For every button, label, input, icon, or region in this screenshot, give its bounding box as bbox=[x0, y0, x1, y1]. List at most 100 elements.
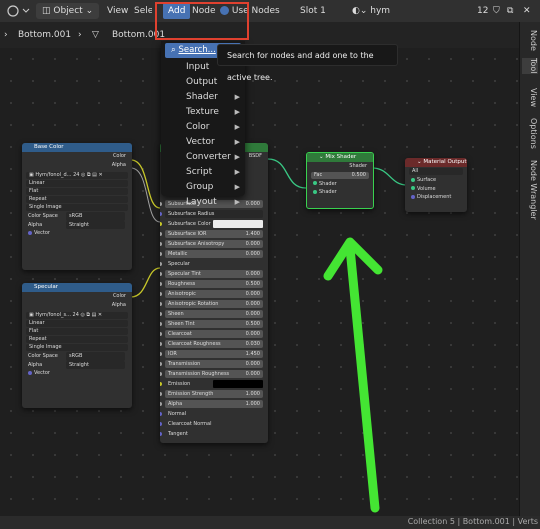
input-label: IOR bbox=[168, 350, 177, 357]
color-space-row[interactable]: Color Space sRGB bbox=[22, 212, 132, 221]
bsdf-input-row[interactable]: Clearcoat 0.000 bbox=[160, 329, 268, 339]
bsdf-input-row[interactable]: Subsurface Radius bbox=[160, 209, 268, 219]
link-mix-output bbox=[371, 167, 408, 186]
bsdf-input-row[interactable]: Subsurface Color bbox=[160, 219, 268, 229]
socket-icon bbox=[160, 241, 162, 246]
bsdf-input-row[interactable]: Transmission Roughness 0.000 bbox=[160, 369, 268, 379]
socket-icon bbox=[160, 391, 162, 396]
target-dropdown[interactable]: All bbox=[409, 168, 463, 175]
material-output-node[interactable]: ⌄ Material Output All Surface Volume Dis… bbox=[405, 158, 467, 212]
bsdf-input-row[interactable]: Specular Tint 0.000 bbox=[160, 269, 268, 279]
bsdf-input-row[interactable]: Sheen 0.000 bbox=[160, 309, 268, 319]
menu-item-label: Color bbox=[186, 122, 210, 132]
input-value: 0.000 bbox=[245, 270, 260, 277]
socket-icon bbox=[411, 194, 415, 199]
color-space-value: sRGB bbox=[66, 212, 125, 221]
bsdf-input-row[interactable]: Emission bbox=[160, 379, 268, 389]
bsdf-input-row[interactable]: Anisotropic Rotation 0.000 bbox=[160, 299, 268, 309]
fac-field[interactable]: Fac 0.500 bbox=[311, 171, 369, 179]
tab-node-wrangler[interactable]: Node Wrangler bbox=[522, 160, 538, 220]
image-users: 24 bbox=[72, 312, 79, 318]
bsdf-input-row[interactable]: Emission Strength 1.000 bbox=[160, 389, 268, 399]
source-dropdown[interactable]: Single Image bbox=[26, 204, 128, 211]
socket-icon bbox=[28, 230, 32, 235]
projection-dropdown[interactable]: Flat bbox=[26, 188, 128, 195]
menu-item-label: Group bbox=[186, 182, 214, 192]
image-selector[interactable]: ▣ Hym/fonol_s... 24 ◎ ⧉ ▤ ✕ bbox=[26, 312, 128, 319]
input-vector: Vector bbox=[22, 369, 132, 378]
socket-icon bbox=[313, 189, 317, 194]
alpha-mode-row[interactable]: Alpha Straight bbox=[22, 220, 132, 229]
link-alpha bbox=[130, 167, 161, 223]
add-menu-item-converter[interactable]: Converter ▶ bbox=[161, 150, 245, 165]
output-alpha: Alpha bbox=[111, 301, 126, 308]
input-label: Tangent bbox=[168, 430, 188, 437]
add-menu-item-script[interactable]: Script ▶ bbox=[161, 165, 245, 180]
input-label: Clearcoat Normal bbox=[168, 420, 212, 427]
input-value: 0.000 bbox=[245, 290, 260, 297]
add-menu-item-texture[interactable]: Texture ▶ bbox=[161, 105, 245, 120]
tab-options[interactable]: Options bbox=[522, 118, 538, 149]
sidebar-tabs: Node Tool View Options Node Wrangler bbox=[519, 22, 540, 516]
alpha-mode-row[interactable]: Alpha Straight bbox=[22, 360, 132, 369]
add-menu-item-vector[interactable]: Vector ▶ bbox=[161, 135, 245, 150]
tab-view[interactable]: View bbox=[522, 88, 538, 107]
shader-label: Shader bbox=[319, 189, 337, 195]
add-menu-item-group[interactable]: Group ▶ bbox=[161, 180, 245, 195]
link-bsdf-mix bbox=[267, 158, 307, 189]
bsdf-input-row[interactable]: Anisotropic 0.000 bbox=[160, 289, 268, 299]
input-value: 0.030 bbox=[245, 340, 260, 347]
search-label: Search... bbox=[178, 45, 216, 55]
input-displacement: Displacement bbox=[405, 193, 467, 202]
alpha-mode-value: Straight bbox=[66, 220, 125, 229]
bsdf-input-row[interactable]: Clearcoat Roughness 0.030 bbox=[160, 339, 268, 349]
output-alpha: Alpha bbox=[111, 161, 126, 168]
surface-label: Surface bbox=[417, 177, 437, 183]
input-label: Subsurface IOR bbox=[168, 230, 207, 237]
extension-dropdown[interactable]: Repeat bbox=[26, 336, 128, 343]
input-value: 0.000 bbox=[245, 370, 260, 377]
extension-dropdown[interactable]: Repeat bbox=[26, 196, 128, 203]
mix-shader-node[interactable]: ⌄ Mix Shader Shader Fac 0.500 Shader Shad… bbox=[306, 152, 374, 209]
bsdf-input-row[interactable]: Sheen Tint 0.500 bbox=[160, 319, 268, 329]
color-space-row[interactable]: Color Space sRGB bbox=[22, 352, 132, 361]
socket-icon bbox=[160, 381, 162, 386]
bsdf-input-row[interactable]: Alpha 1.000 bbox=[160, 399, 268, 409]
submenu-arrow-icon: ▶ bbox=[234, 183, 240, 191]
interpolation-dropdown[interactable]: Linear bbox=[26, 320, 128, 327]
projection-dropdown[interactable]: Flat bbox=[26, 328, 128, 335]
source-dropdown[interactable]: Single Image bbox=[26, 344, 128, 351]
input-surface: Surface bbox=[405, 176, 467, 185]
bsdf-input-row[interactable]: Subsurface Anisotropy 0.000 bbox=[160, 239, 268, 249]
image-selector[interactable]: ▣ Hym/fonol_d... 24 ◎ ⧉ ▤ ✕ bbox=[26, 172, 128, 179]
link-basecolor bbox=[130, 159, 161, 209]
input-value: 0.500 bbox=[245, 280, 260, 287]
socket-icon bbox=[160, 271, 162, 276]
socket-icon bbox=[160, 411, 162, 416]
socket-icon bbox=[160, 321, 162, 326]
input-label: Sheen bbox=[168, 310, 184, 317]
input-vector: Vector bbox=[22, 229, 132, 238]
bsdf-input-row[interactable]: Subsurface IOR 1.400 bbox=[160, 229, 268, 239]
interpolation-dropdown[interactable]: Linear bbox=[26, 180, 128, 187]
output-color: Color bbox=[112, 293, 126, 299]
base-color-texture-node[interactable]: Base Color Color Alpha ▣ Hym/fonol_d... … bbox=[22, 143, 132, 270]
bsdf-input-row[interactable]: Metallic 0.000 bbox=[160, 249, 268, 259]
input-label: Specular bbox=[168, 260, 190, 267]
color-swatch[interactable] bbox=[213, 219, 263, 228]
input-value: 0.000 bbox=[245, 300, 260, 307]
specular-texture-node[interactable]: Specular Color Alpha ▣ Hym/fonol_s... 24… bbox=[22, 283, 132, 408]
input-value: 0.000 bbox=[245, 330, 260, 337]
annotation-arrow-icon bbox=[323, 237, 383, 513]
tab-tool[interactable]: Tool bbox=[522, 58, 538, 74]
add-menu-item-color[interactable]: Color ▶ bbox=[161, 120, 245, 135]
color-swatch[interactable] bbox=[213, 379, 263, 388]
output-shader: Shader bbox=[349, 163, 367, 169]
add-menu-item-shader[interactable]: Shader ▶ bbox=[161, 90, 245, 105]
add-menu-item-layout[interactable]: Layout ▶ bbox=[161, 195, 245, 210]
tab-node[interactable]: Node bbox=[522, 30, 538, 51]
input-label: Anisotropic bbox=[168, 290, 196, 297]
bsdf-input-row[interactable]: IOR 1.450 bbox=[160, 349, 268, 359]
bsdf-input-row[interactable]: Transmission 0.000 bbox=[160, 359, 268, 369]
bsdf-input-row[interactable]: Roughness 0.500 bbox=[160, 279, 268, 289]
